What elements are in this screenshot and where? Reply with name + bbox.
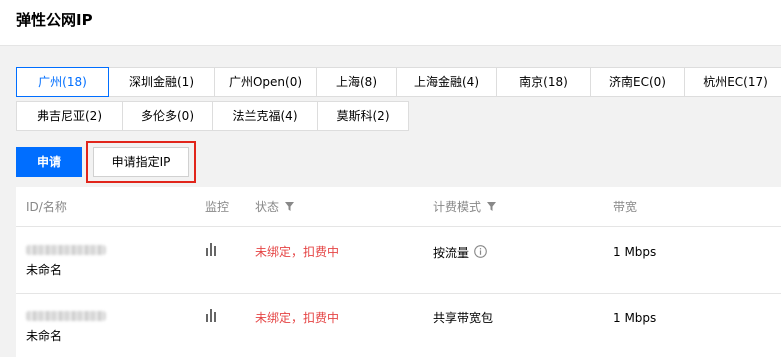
eip-table: ID/名称 监控 状态 计费模式 带宽 未命名 未绑定，扣费中 按流量 1 Mb… bbox=[16, 187, 781, 357]
table-row: 未命名 未绑定，扣费中 按流量 1 Mbps bbox=[16, 228, 781, 294]
column-header-billing: 计费模式 bbox=[433, 200, 497, 214]
tab-shenzhen-finance[interactable]: 深圳金融(1) bbox=[108, 67, 215, 97]
tab-shanghai[interactable]: 上海(8) bbox=[316, 67, 397, 97]
billing-mode: 按流量 bbox=[433, 245, 487, 261]
instance-name: 未命名 bbox=[26, 263, 63, 277]
tab-frankfurt[interactable]: 法兰克福(4) bbox=[212, 101, 318, 131]
column-header-status: 状态 bbox=[255, 200, 295, 214]
table-row: 未命名 未绑定，扣费中 共享带宽包 1 Mbps bbox=[16, 294, 781, 357]
apply-specific-ip-button[interactable]: 申请指定IP bbox=[93, 147, 189, 177]
apply-button[interactable]: 申请 bbox=[16, 147, 82, 177]
tab-guangzhou[interactable]: 广州(18) bbox=[16, 67, 109, 97]
filter-icon[interactable] bbox=[487, 200, 497, 214]
instance-name: 未命名 bbox=[26, 329, 63, 343]
status-text: 未绑定，扣费中 bbox=[255, 245, 340, 259]
tab-jinan-ec[interactable]: 济南EC(0) bbox=[590, 67, 685, 97]
redacted-id bbox=[26, 245, 106, 255]
tab-nanjing[interactable]: 南京(18) bbox=[496, 67, 591, 97]
region-tab-row: 广州(18) 深圳金融(1) 广州Open(0) 上海(8) 上海金融(4) 南… bbox=[16, 67, 781, 97]
table-header: ID/名称 监控 状态 计费模式 带宽 bbox=[16, 187, 781, 227]
bandwidth-value: 1 Mbps bbox=[613, 311, 657, 325]
monitor-chart-icon[interactable] bbox=[205, 243, 219, 259]
page-title: 弹性公网IP bbox=[16, 11, 93, 29]
status-text: 未绑定，扣费中 bbox=[255, 311, 340, 325]
column-header-bandwidth: 带宽 bbox=[613, 200, 638, 214]
redacted-id bbox=[26, 311, 106, 321]
filter-icon[interactable] bbox=[285, 200, 295, 214]
billing-mode-label: 按流量 bbox=[433, 246, 470, 260]
highlight-box: 申请指定IP bbox=[86, 141, 196, 183]
tab-guangzhou-open[interactable]: 广州Open(0) bbox=[214, 67, 317, 97]
bandwidth-value: 1 Mbps bbox=[613, 245, 657, 259]
column-header-billing-label: 计费模式 bbox=[433, 200, 482, 214]
billing-mode: 共享带宽包 bbox=[433, 311, 493, 325]
tab-moscow[interactable]: 莫斯科(2) bbox=[317, 101, 409, 131]
tab-shanghai-finance[interactable]: 上海金融(4) bbox=[396, 67, 497, 97]
tab-virginia[interactable]: 弗吉尼亚(2) bbox=[16, 101, 123, 131]
tab-toronto[interactable]: 多伦多(0) bbox=[122, 101, 213, 131]
info-icon[interactable] bbox=[474, 245, 487, 261]
monitor-chart-icon[interactable] bbox=[205, 309, 219, 325]
column-header-monitor: 监控 bbox=[205, 200, 230, 214]
column-header-status-label: 状态 bbox=[255, 200, 280, 214]
tab-hangzhou-ec[interactable]: 杭州EC(17) bbox=[684, 67, 781, 97]
region-tab-row: 弗吉尼亚(2) 多伦多(0) 法兰克福(4) 莫斯科(2) bbox=[16, 101, 409, 131]
billing-mode-label: 共享带宽包 bbox=[433, 311, 494, 325]
column-header-id-name: ID/名称 bbox=[26, 200, 67, 214]
page-header: 弹性公网IP bbox=[0, 0, 781, 46]
